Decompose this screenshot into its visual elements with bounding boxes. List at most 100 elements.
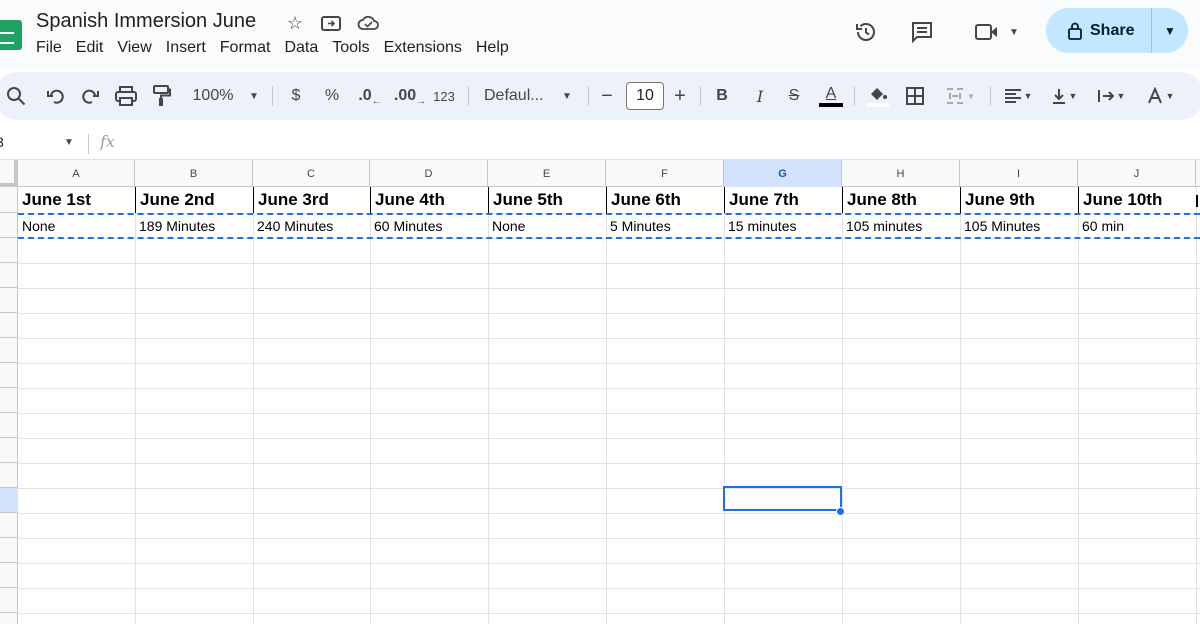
zoom-dropdown-icon[interactable]: ▼ xyxy=(246,72,262,120)
row-header-6[interactable] xyxy=(0,313,18,338)
fill-color-icon[interactable] xyxy=(864,72,892,120)
menu-file[interactable]: File xyxy=(36,39,70,57)
merge-cells-icon[interactable]: ▼ xyxy=(940,72,980,120)
column-header-d[interactable]: D xyxy=(370,160,488,187)
search-icon[interactable] xyxy=(2,72,30,120)
print-icon[interactable] xyxy=(112,72,140,120)
row-header-5[interactable] xyxy=(0,288,18,313)
sheets-logo-icon[interactable] xyxy=(0,20,22,50)
borders-icon[interactable] xyxy=(902,72,928,120)
cell-b1[interactable]: June 2nd xyxy=(135,187,253,213)
share-button[interactable]: Share ▼ xyxy=(1046,8,1188,53)
menu-view[interactable]: View xyxy=(117,39,159,57)
column-header-j[interactable]: J xyxy=(1078,160,1196,187)
cell-e2[interactable]: None xyxy=(488,215,606,237)
column-header-a[interactable]: A xyxy=(18,160,135,187)
row-header-8[interactable] xyxy=(0,363,18,388)
cell-i1[interactable]: June 9th xyxy=(960,187,1078,213)
cell-f1[interactable]: June 6th xyxy=(606,187,724,213)
select-all-corner[interactable] xyxy=(0,160,18,187)
row-header-10[interactable] xyxy=(0,413,18,438)
row-header-2[interactable] xyxy=(0,213,18,238)
column-header-b[interactable]: B xyxy=(135,160,253,187)
cell-h1[interactable]: June 8th xyxy=(842,187,960,213)
cell-f2[interactable]: 5 Minutes xyxy=(606,215,724,237)
cell-e1[interactable]: June 5th xyxy=(488,187,606,213)
name-box-dropdown-icon[interactable]: ▼ xyxy=(64,137,74,148)
column-header-e[interactable]: E xyxy=(488,160,606,187)
move-folder-icon[interactable] xyxy=(320,12,342,34)
undo-icon[interactable] xyxy=(42,72,70,120)
cell-d2[interactable]: 60 Minutes xyxy=(370,215,488,237)
menu-extensions[interactable]: Extensions xyxy=(384,39,470,57)
row-header-13[interactable] xyxy=(0,488,18,513)
text-color-button[interactable]: A xyxy=(818,72,844,120)
menu-edit[interactable]: Edit xyxy=(76,39,112,57)
font-family-select[interactable]: Defaul... xyxy=(484,72,550,120)
font-size-input[interactable]: 10 xyxy=(626,82,664,110)
menu-help[interactable]: Help xyxy=(476,39,517,57)
share-main[interactable]: Share xyxy=(1046,8,1152,53)
fill-handle[interactable] xyxy=(836,507,845,516)
cell-j1[interactable]: June 10th xyxy=(1078,187,1196,213)
menu-format[interactable]: Format xyxy=(220,39,279,57)
name-box[interactable]: 3 xyxy=(0,134,4,150)
column-header-h[interactable]: H xyxy=(842,160,960,187)
row-header-16[interactable] xyxy=(0,563,18,588)
column-header-g[interactable]: G xyxy=(724,160,842,187)
row-header-14[interactable] xyxy=(0,513,18,538)
row-header-7[interactable] xyxy=(0,338,18,363)
row-header-17[interactable] xyxy=(0,588,18,613)
cloud-saved-icon[interactable] xyxy=(357,12,379,34)
redo-icon[interactable] xyxy=(76,72,104,120)
bold-button[interactable]: B xyxy=(712,72,732,120)
menu-data[interactable]: Data xyxy=(284,39,326,57)
increase-font-size-button[interactable]: + xyxy=(670,72,690,120)
comments-icon[interactable] xyxy=(906,16,938,48)
cell-a1[interactable]: June 1st xyxy=(18,187,135,213)
cell-g1[interactable]: June 7th xyxy=(724,187,842,213)
decrease-decimal-button[interactable]: .0 ← xyxy=(356,72,384,120)
column-header-f[interactable]: F xyxy=(606,160,724,187)
text-wrapping-icon[interactable]: ▼ xyxy=(1090,72,1132,120)
strikethrough-button[interactable]: S xyxy=(784,72,804,120)
cell-g2[interactable]: 15 minutes xyxy=(724,215,842,237)
column-header-i[interactable]: I xyxy=(960,160,1078,187)
cell-d1[interactable]: June 4th xyxy=(370,187,488,213)
row-header-4[interactable] xyxy=(0,263,18,288)
italic-button[interactable]: I xyxy=(750,72,770,120)
spreadsheet-grid[interactable]: A B C D E F G H I J June 1st June 2nd Ju… xyxy=(0,160,1200,624)
row-header-3[interactable] xyxy=(0,238,18,263)
more-formats-button[interactable]: 123 xyxy=(430,72,458,120)
percent-format-button[interactable]: % xyxy=(322,72,342,120)
vertical-align-icon[interactable]: ▼ xyxy=(1044,72,1084,120)
menu-insert[interactable]: Insert xyxy=(166,39,214,57)
font-family-dropdown-icon[interactable]: ▼ xyxy=(560,72,574,120)
decrease-font-size-button[interactable]: − xyxy=(598,72,616,120)
document-title[interactable]: Spanish Immersion June xyxy=(36,10,256,33)
row-header-9[interactable] xyxy=(0,388,18,413)
paint-format-icon[interactable] xyxy=(148,72,176,120)
star-icon[interactable]: ☆ xyxy=(284,12,306,34)
cell-j2[interactable]: 60 min xyxy=(1078,215,1196,237)
row-header-11[interactable] xyxy=(0,438,18,463)
cell-c1[interactable]: June 3rd xyxy=(253,187,370,213)
row-header-12[interactable] xyxy=(0,463,18,488)
selected-cell-g13[interactable] xyxy=(723,486,842,511)
cell-b2[interactable]: 189 Minutes xyxy=(135,215,253,237)
increase-decimal-button[interactable]: .00 → xyxy=(394,72,426,120)
horizontal-align-icon[interactable]: ▼ xyxy=(998,72,1038,120)
meet-video-icon[interactable]: ▼ xyxy=(970,16,1024,48)
column-header-c[interactable]: C xyxy=(253,160,370,187)
text-rotation-icon[interactable]: ▼ xyxy=(1138,72,1182,120)
zoom-select[interactable]: 100% xyxy=(188,72,238,120)
row-header-15[interactable] xyxy=(0,538,18,563)
cell-h2[interactable]: 105 minutes xyxy=(842,215,960,237)
currency-format-button[interactable]: $ xyxy=(286,72,306,120)
cell-i2[interactable]: 105 Minutes xyxy=(960,215,1078,237)
cell-a2[interactable]: None xyxy=(18,215,135,237)
menu-tools[interactable]: Tools xyxy=(332,39,377,57)
cell-c2[interactable]: 240 Minutes xyxy=(253,215,370,237)
share-dropdown-icon[interactable]: ▼ xyxy=(1152,24,1188,38)
version-history-icon[interactable] xyxy=(850,16,882,48)
